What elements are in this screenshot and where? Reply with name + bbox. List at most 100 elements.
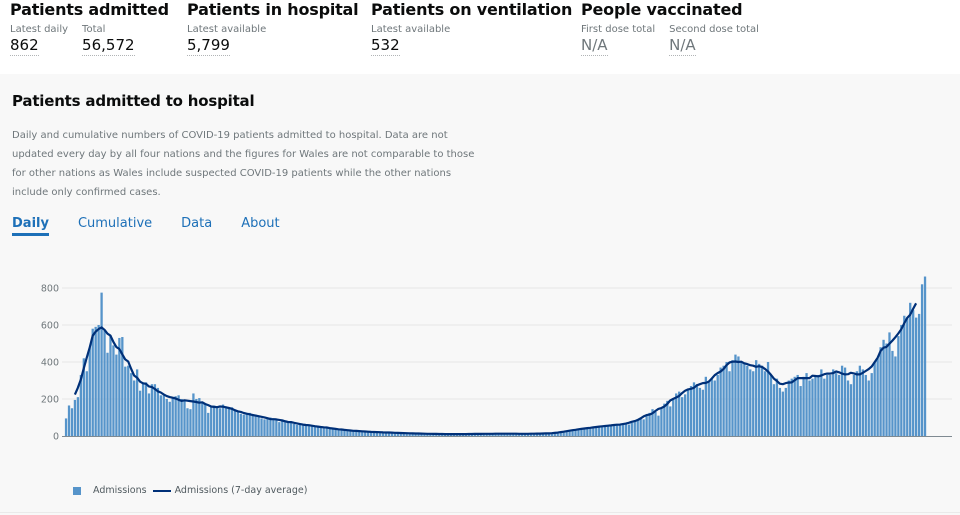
bar[interactable] bbox=[743, 363, 746, 436]
bar[interactable] bbox=[586, 428, 589, 436]
bar[interactable] bbox=[900, 325, 903, 436]
bar[interactable] bbox=[242, 414, 245, 436]
bar[interactable] bbox=[227, 408, 231, 436]
bar[interactable] bbox=[257, 415, 260, 436]
bar[interactable] bbox=[698, 387, 702, 436]
bar[interactable] bbox=[832, 369, 835, 436]
bar[interactable] bbox=[73, 399, 77, 436]
bar[interactable] bbox=[763, 371, 767, 436]
bar[interactable] bbox=[885, 343, 888, 437]
bar[interactable] bbox=[846, 380, 850, 437]
bar[interactable] bbox=[849, 384, 853, 436]
bar[interactable] bbox=[894, 356, 897, 436]
bar[interactable] bbox=[304, 424, 308, 436]
bar[interactable] bbox=[97, 325, 100, 436]
bar[interactable] bbox=[275, 420, 278, 436]
bar[interactable] bbox=[920, 284, 924, 436]
bar[interactable] bbox=[67, 405, 71, 436]
bar[interactable] bbox=[94, 326, 97, 436]
bar[interactable] bbox=[251, 414, 254, 436]
bar[interactable] bbox=[260, 418, 263, 436]
bar[interactable] bbox=[322, 427, 325, 436]
bar[interactable] bbox=[852, 374, 856, 436]
bar[interactable] bbox=[630, 422, 633, 436]
bar[interactable] bbox=[141, 382, 145, 436]
bar[interactable] bbox=[707, 382, 710, 436]
bar[interactable] bbox=[867, 380, 870, 437]
bar[interactable] bbox=[837, 374, 841, 436]
bar[interactable] bbox=[775, 378, 779, 436]
bar[interactable] bbox=[912, 310, 915, 436]
bar[interactable] bbox=[790, 378, 793, 436]
bar[interactable] bbox=[636, 418, 639, 436]
bar[interactable] bbox=[692, 382, 696, 436]
bar[interactable] bbox=[254, 414, 257, 436]
bar[interactable] bbox=[633, 421, 636, 436]
bar[interactable] bbox=[760, 365, 764, 436]
bar[interactable] bbox=[266, 417, 269, 437]
bar[interactable] bbox=[820, 369, 823, 436]
bar[interactable] bbox=[313, 426, 317, 436]
bar[interactable] bbox=[174, 396, 177, 436]
bar[interactable] bbox=[91, 328, 94, 436]
bar[interactable] bbox=[109, 335, 112, 436]
bar[interactable] bbox=[891, 350, 894, 436]
bar[interactable] bbox=[829, 374, 832, 436]
bar[interactable] bbox=[233, 410, 237, 436]
bar[interactable] bbox=[722, 365, 725, 436]
bar[interactable] bbox=[858, 365, 862, 436]
bar[interactable] bbox=[701, 389, 705, 436]
bar[interactable] bbox=[749, 369, 752, 436]
bar[interactable] bbox=[808, 380, 811, 437]
bar[interactable] bbox=[805, 373, 808, 436]
bar[interactable] bbox=[914, 317, 918, 436]
bar[interactable] bbox=[133, 380, 136, 437]
bar[interactable] bbox=[70, 408, 74, 436]
bar[interactable] bbox=[621, 423, 625, 436]
bar[interactable] bbox=[728, 371, 731, 436]
bar[interactable] bbox=[295, 424, 299, 436]
bar[interactable] bbox=[221, 404, 225, 436]
bar[interactable] bbox=[686, 389, 690, 436]
bar[interactable] bbox=[689, 386, 693, 436]
bar[interactable] bbox=[171, 397, 174, 436]
bar[interactable] bbox=[183, 400, 186, 436]
bar[interactable] bbox=[598, 427, 601, 436]
bar[interactable] bbox=[817, 374, 820, 436]
bar[interactable] bbox=[876, 358, 879, 436]
bar[interactable] bbox=[755, 360, 758, 436]
bar[interactable] bbox=[147, 393, 151, 436]
bar[interactable] bbox=[239, 413, 242, 436]
bar[interactable] bbox=[737, 356, 740, 436]
bar[interactable] bbox=[272, 418, 275, 436]
bar[interactable] bbox=[603, 425, 607, 436]
bar[interactable] bbox=[669, 406, 672, 436]
bar[interactable] bbox=[609, 425, 613, 436]
bar[interactable] bbox=[218, 408, 222, 436]
bar[interactable] bbox=[657, 415, 660, 436]
bar[interactable] bbox=[799, 386, 802, 436]
bar[interactable] bbox=[64, 418, 68, 436]
bar[interactable] bbox=[769, 374, 773, 436]
bar[interactable] bbox=[310, 425, 314, 436]
bar[interactable] bbox=[796, 374, 799, 436]
bar[interactable] bbox=[612, 424, 616, 436]
bar[interactable] bbox=[162, 395, 165, 436]
bar[interactable] bbox=[781, 391, 785, 436]
bar[interactable] bbox=[734, 354, 737, 436]
bar[interactable] bbox=[864, 374, 867, 436]
bar[interactable] bbox=[224, 406, 228, 436]
bar[interactable] bbox=[213, 405, 216, 436]
bar[interactable] bbox=[811, 378, 814, 436]
bar[interactable] bbox=[740, 362, 743, 436]
bar[interactable] bbox=[210, 406, 213, 436]
bar[interactable] bbox=[663, 403, 666, 436]
bar[interactable] bbox=[248, 412, 251, 436]
bar[interactable] bbox=[752, 371, 755, 436]
bar[interactable] bbox=[180, 399, 183, 436]
bar[interactable] bbox=[150, 384, 154, 436]
bar[interactable] bbox=[189, 409, 192, 436]
bar[interactable] bbox=[204, 404, 207, 436]
bar[interactable] bbox=[290, 422, 293, 436]
bar[interactable] bbox=[758, 363, 761, 436]
